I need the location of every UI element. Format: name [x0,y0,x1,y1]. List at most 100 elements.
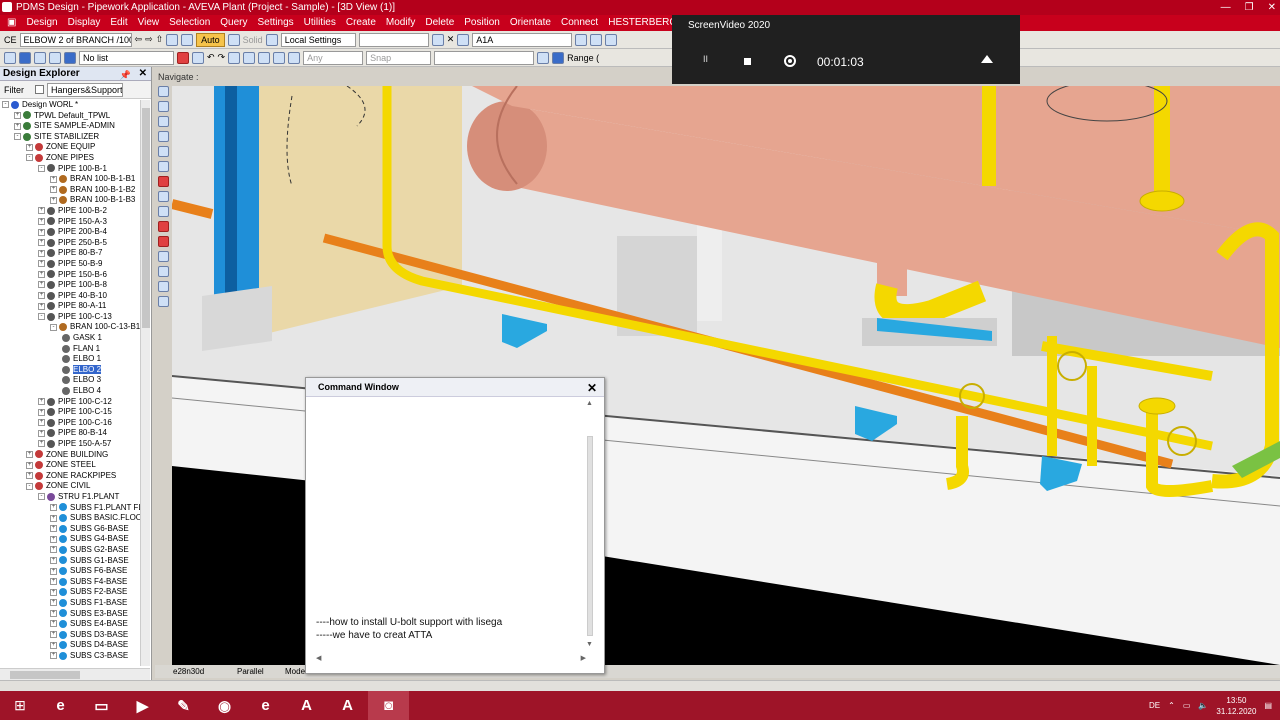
expand-icon[interactable]: + [38,239,45,247]
tree-node[interactable]: - Design WORL * [0,100,140,111]
wire-icon[interactable] [227,33,240,46]
tree-node[interactable]: + SUBS F6-BASE [0,566,140,577]
command-output[interactable]: ----how to install U-bolt support with l… [316,616,502,642]
zoom-icon[interactable] [157,146,169,157]
view-tool-10-icon[interactable] [157,221,169,232]
expand-icon[interactable]: + [38,292,45,300]
tree-node[interactable]: ELBO 3 [0,375,140,386]
expand-icon[interactable]: + [50,620,57,628]
close-x-icon[interactable]: ✕ [447,34,455,45]
tree-node[interactable]: + PIPE 200-B-4 [0,227,140,238]
expand-icon[interactable]: + [50,503,57,511]
notifications-icon[interactable]: ▤ [1264,701,1272,710]
close-panel-icon[interactable]: ✕ [139,67,147,81]
tree-node[interactable]: + SUBS BASIC.FLOOR [0,513,140,524]
settings-combo[interactable]: Local Settings [280,32,356,47]
tree-node[interactable]: + SUBS F4-BASE [0,577,140,588]
menu-utilities[interactable]: Utilities [299,15,341,31]
tree-node[interactable]: + SUBS C3-BASE [0,651,140,662]
collapse-icon[interactable]: - [50,323,57,331]
collapse-icon[interactable]: - [14,133,21,141]
tree-node[interactable]: - PIPE 100-C-13 [0,312,140,323]
expand-icon[interactable]: + [38,440,45,448]
expand-icon[interactable]: + [50,652,57,660]
menu-hesterberg[interactable]: HESTERBERG [603,15,682,31]
tree-node[interactable]: + BRAN 100-B-1-B3 [0,195,140,206]
tool-icon-i[interactable] [537,51,550,64]
expand-icon[interactable]: + [50,567,57,575]
tree-node[interactable]: + PIPE 80-B-7 [0,248,140,259]
taskbar-firefox-icon[interactable]: ◉ [204,691,245,720]
grid-icon[interactable] [64,51,76,64]
network-icon[interactable]: ▭ [1183,701,1191,710]
expand-icon[interactable]: + [38,281,45,289]
tree-node[interactable]: + SUBS F1.PLANT FLR [0,503,140,514]
collapse-icon[interactable]: - [26,482,33,490]
menu-query[interactable]: Query [215,15,252,31]
view-tool-4-icon[interactable] [157,131,169,142]
attribute-icon[interactable] [457,33,470,46]
tree-node[interactable]: + SUBS G2-BASE [0,545,140,556]
new-icon[interactable] [4,51,16,64]
expand-icon[interactable]: + [26,143,33,151]
tree-node[interactable]: + TPWL Default_TPWL [0,111,140,122]
explorer-hscrollbar[interactable] [0,668,150,680]
explorer-scrollbar[interactable] [140,100,150,666]
expand-icon[interactable]: + [38,302,45,310]
solid-label[interactable]: Solid [243,35,263,45]
walk-icon[interactable] [157,161,169,172]
tree-node[interactable]: + PIPE 100-B-2 [0,206,140,217]
drawlist-icon[interactable] [166,33,179,46]
menu-position[interactable]: Position [459,15,505,31]
expand-icon[interactable]: + [38,398,45,406]
tree-node[interactable]: + SUBS G6-BASE [0,524,140,535]
tree-node[interactable]: + PIPE 100-C-15 [0,407,140,418]
tree-node[interactable]: + PIPE 80-B-14 [0,428,140,439]
shield-icon[interactable] [552,51,565,64]
tool-icon-g[interactable] [273,51,286,64]
tree-node[interactable]: FLAN 1 [0,344,140,355]
command-hscrollbar[interactable]: ◀ ▶ [316,654,586,663]
tree-node[interactable]: + PIPE 40-B-10 [0,291,140,302]
tool-icon-e[interactable] [243,51,256,64]
filter-combo[interactable]: Hangers&Supports [47,82,123,97]
menu-connect[interactable]: Connect [556,15,603,31]
projection-mode[interactable]: Parallel [237,665,264,678]
tree-node[interactable]: - STRU F1.PLANT [0,492,140,503]
delete-icon[interactable] [265,33,278,46]
collapse-icon[interactable]: - [26,154,33,162]
collapse-icon[interactable]: - [2,101,9,109]
tree-node[interactable]: + ZONE STEEL [0,460,140,471]
menu-display[interactable]: Display [63,15,106,31]
webcam-icon[interactable] [784,55,796,67]
view-tool-1-icon[interactable] [157,86,169,97]
menu-orientate[interactable]: Orientate [505,15,556,31]
snap-combo[interactable]: Snap [366,50,432,65]
collapse-arrow-icon[interactable] [981,55,993,63]
tree-node[interactable]: - BRAN 100-C-13-B1 [0,322,140,333]
expand-icon[interactable]: + [50,175,57,183]
collapse-icon[interactable]: - [38,493,45,501]
view-tool-8-icon[interactable] [157,191,169,202]
tree-node[interactable]: + PIPE 150-A-3 [0,217,140,228]
expand-icon[interactable]: + [50,631,57,639]
remove-icon[interactable] [181,33,194,46]
menu-view[interactable]: View [133,15,165,31]
taskbar-internet-explorer-icon[interactable]: e [40,691,81,720]
tree-node[interactable]: ELBO 1 [0,354,140,365]
tree-node[interactable]: ELBO 4 [0,386,140,397]
tree-node[interactable]: - SITE STABILIZER [0,132,140,143]
tree-node[interactable]: + ZONE BUILDING [0,450,140,461]
tree-node[interactable]: + PIPE 100-B-8 [0,280,140,291]
tool-icon-h[interactable] [288,51,301,64]
tool-icon-d[interactable] [192,51,204,64]
select-icon[interactable] [228,51,241,64]
taskbar-media-player-icon[interactable]: ▶ [122,691,163,720]
tree-node[interactable]: + SUBS G1-BASE [0,556,140,567]
taskbar-file-explorer-icon[interactable]: ▭ [81,691,122,720]
view-tool-14-icon[interactable] [157,281,169,292]
tree-node[interactable]: + ZONE RACKPIPES [0,471,140,482]
pause-icon[interactable]: II [703,54,708,64]
stop-icon[interactable] [744,58,751,65]
taskbar-aveva-tool-icon[interactable]: ✎ [163,691,204,720]
